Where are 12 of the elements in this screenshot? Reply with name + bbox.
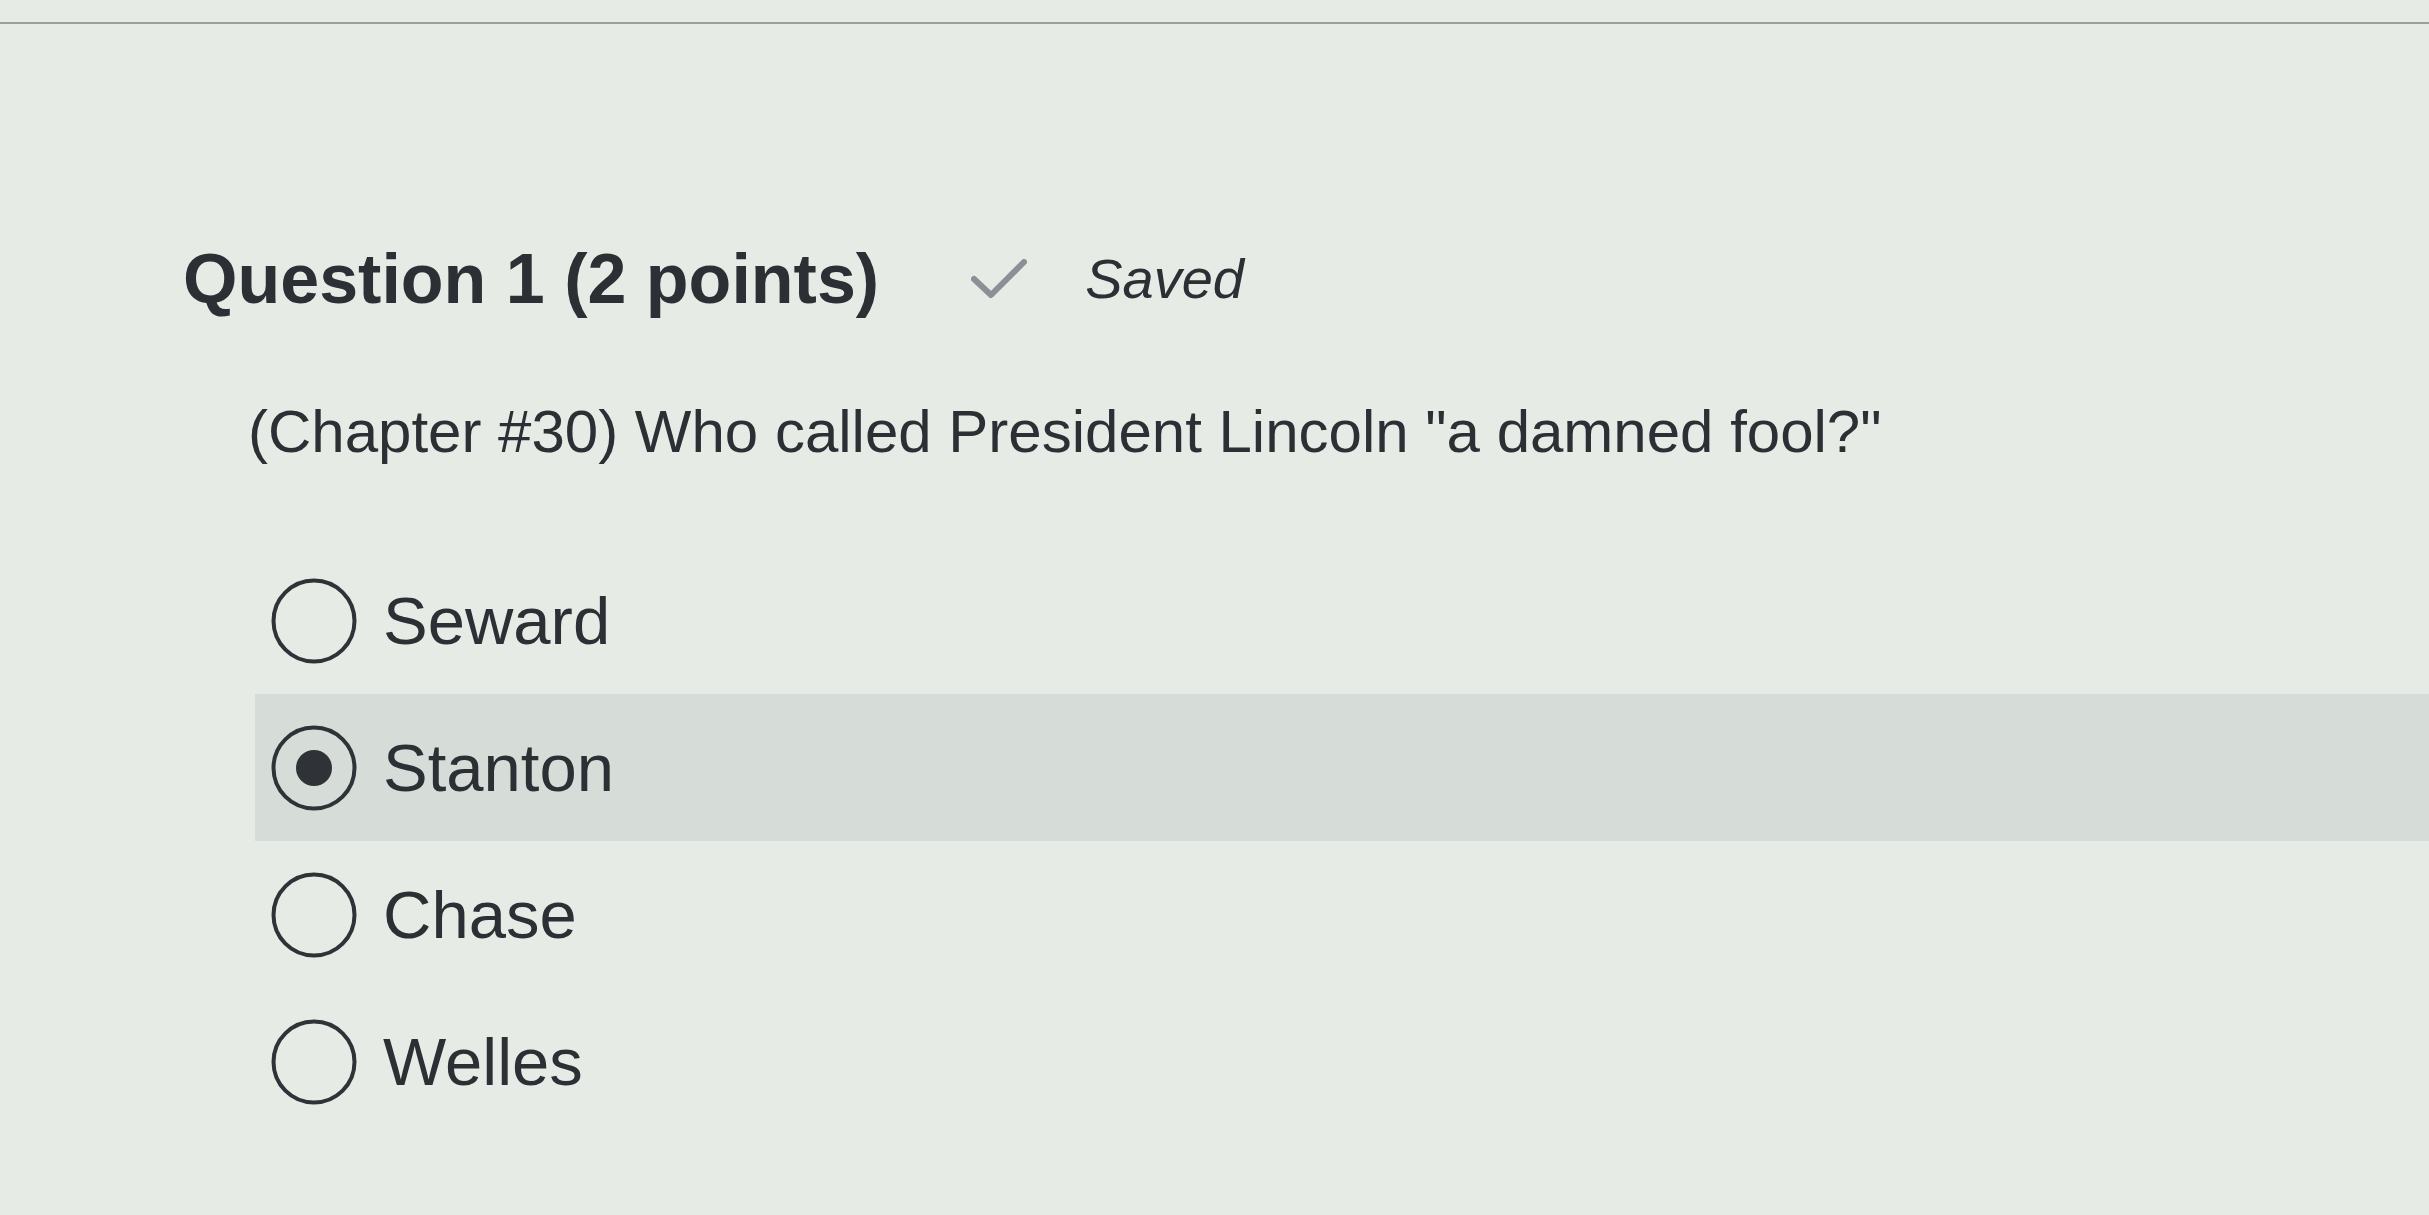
check-icon [971,259,1028,299]
option-label[interactable]: Welles [383,1021,583,1102]
question-text: (Chapter #30) Who called President Lincoln "a damned fool?" [248,397,1882,467]
radio-button[interactable] [271,1018,357,1105]
option-label[interactable]: Stanton [383,727,614,808]
option-label[interactable]: Seward [383,580,611,661]
radio-button[interactable] [271,871,357,958]
save-status: Saved [1085,246,1244,312]
radio-button[interactable] [271,724,357,811]
question-title: Question 1 (2 points) [183,239,880,319]
option-label[interactable]: Chase [383,874,577,955]
radio-button[interactable] [271,577,357,664]
